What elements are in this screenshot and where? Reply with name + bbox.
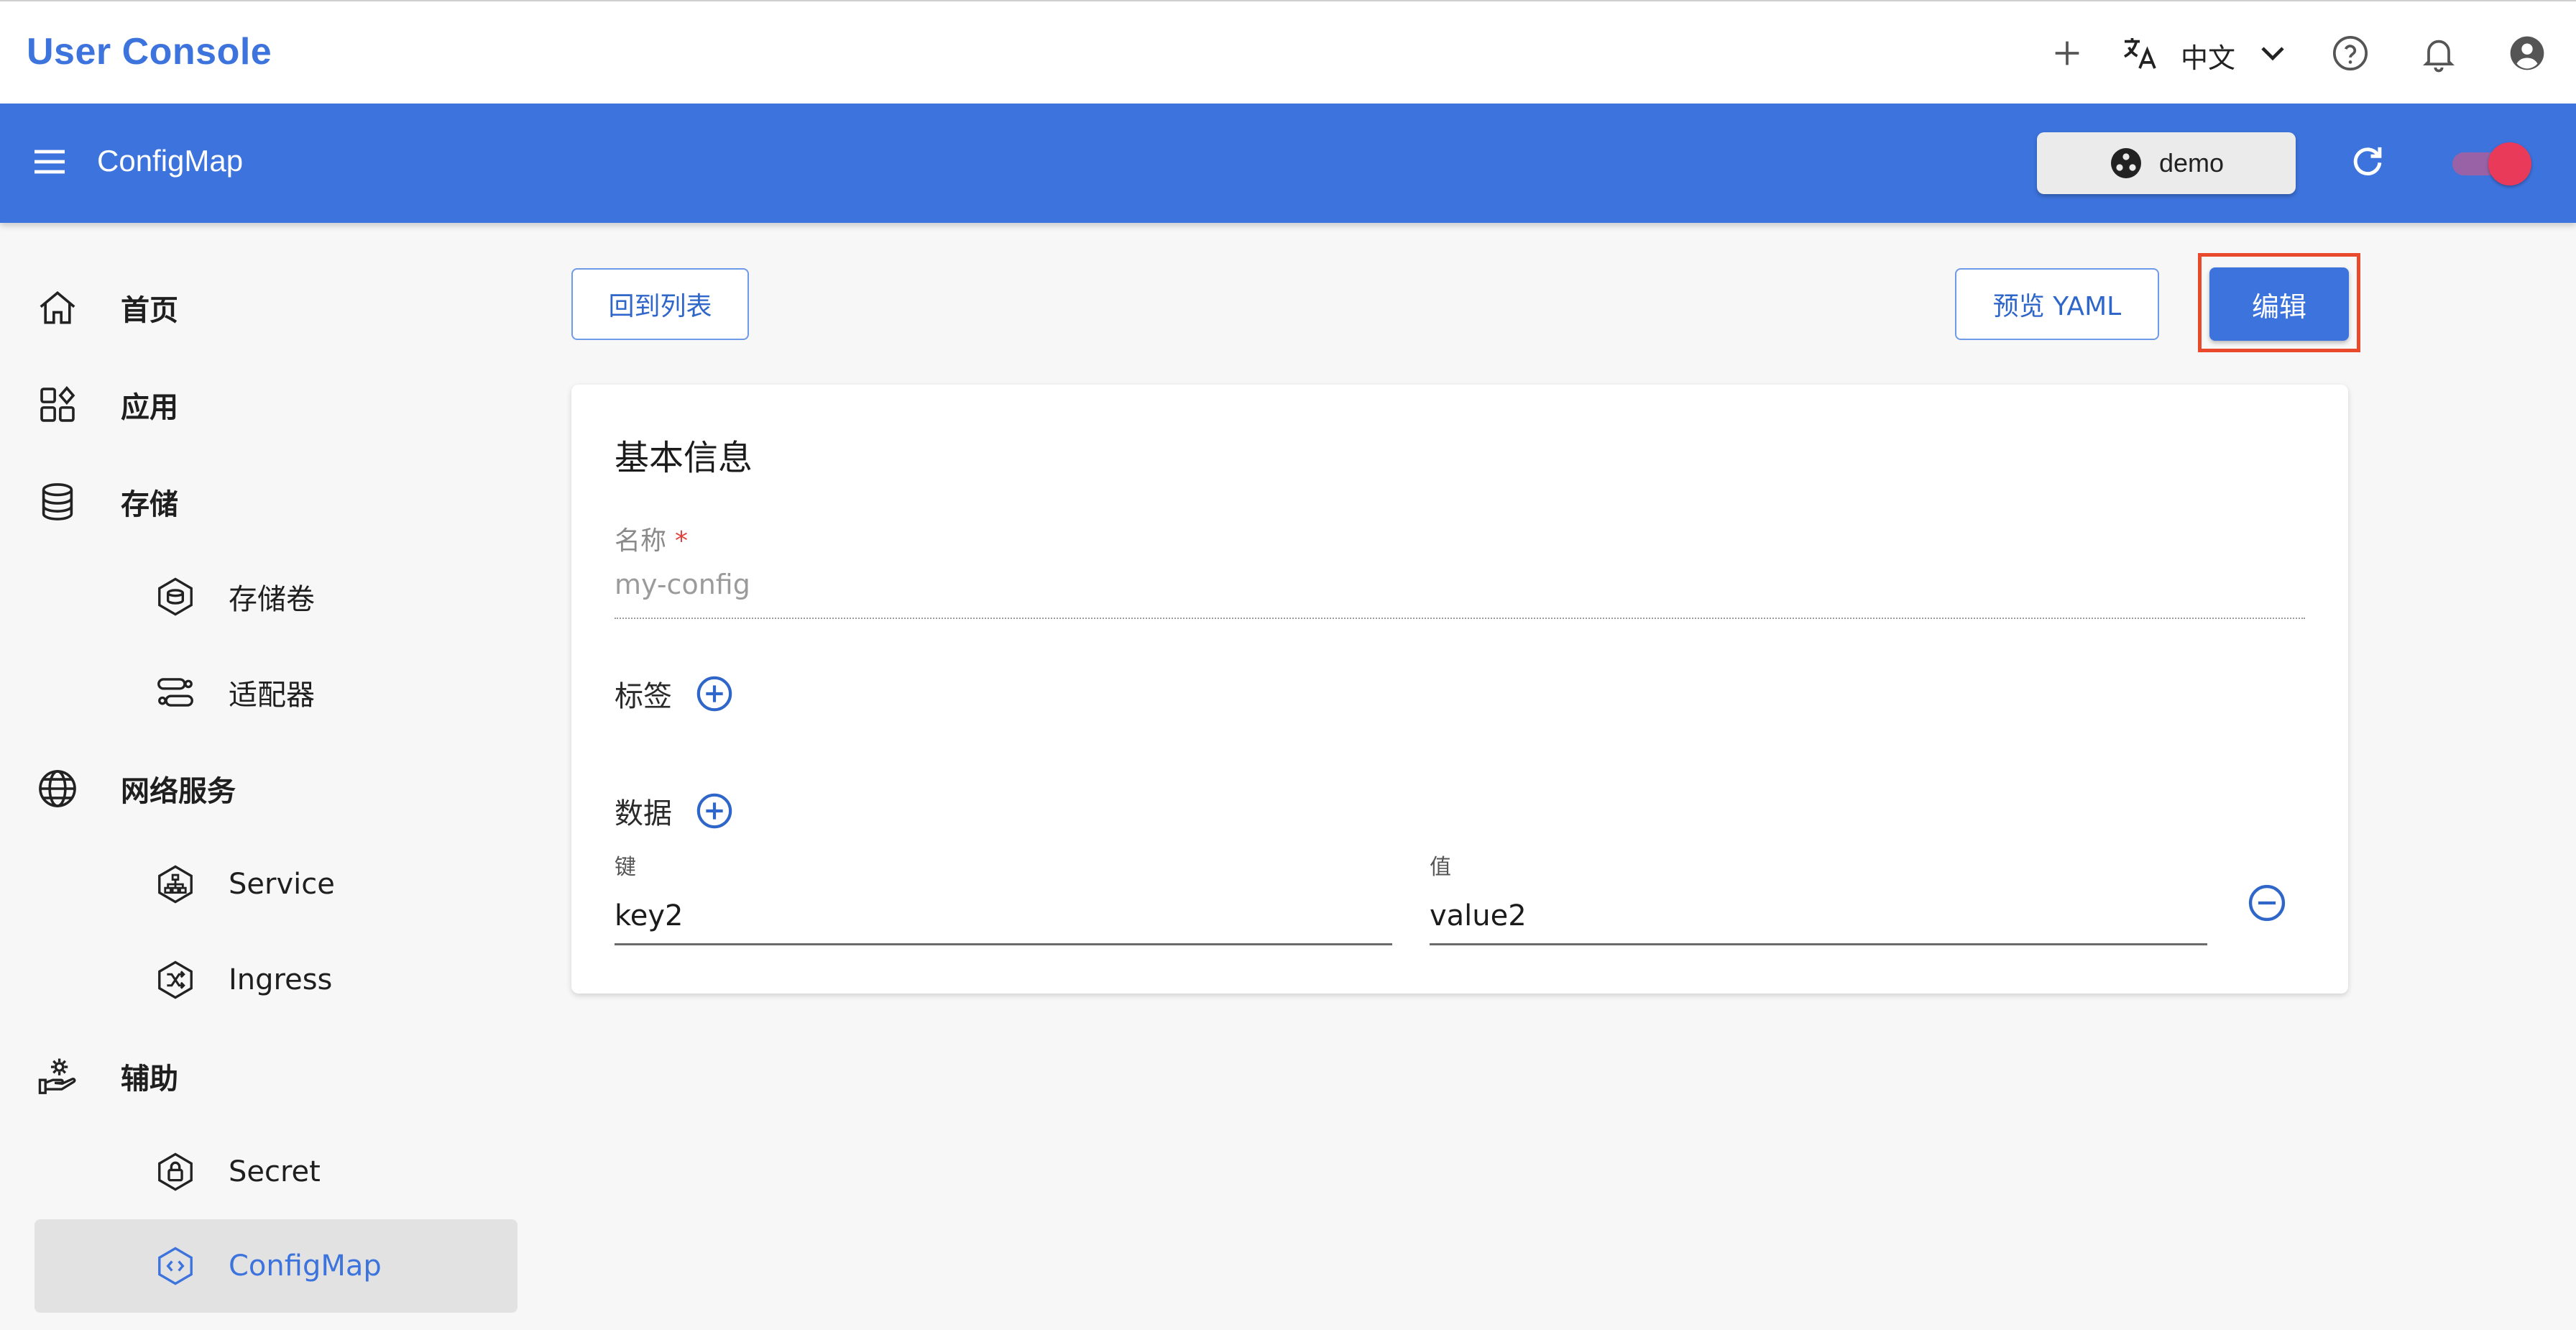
globe-icon xyxy=(34,766,80,812)
namespace-button[interactable]: demo xyxy=(2037,132,2296,194)
data-label: 数据 xyxy=(615,797,672,830)
remove-data-icon[interactable] xyxy=(2245,881,2289,925)
key-label: 键 xyxy=(615,855,636,880)
toggle-knob xyxy=(2488,142,2531,185)
language-label[interactable]: 中文 xyxy=(2181,36,2235,75)
required-mark: * xyxy=(675,526,689,556)
adapter-icon xyxy=(152,669,198,715)
sidebar-item-label: 应用 xyxy=(121,391,178,424)
menu-icon[interactable] xyxy=(27,139,72,184)
name-label-text: 名称 xyxy=(615,526,667,556)
sidebar-item-ingress[interactable]: Ingress xyxy=(34,933,518,1027)
section-title: 基本信息 xyxy=(615,438,753,478)
labels-row: 标签 xyxy=(615,672,735,715)
preview-yaml-button[interactable]: 预览 YAML xyxy=(1955,268,2159,340)
ingress-icon xyxy=(152,957,198,1003)
sidebar-item-label: Service xyxy=(229,868,335,901)
sidebar-item-label: 存储卷 xyxy=(229,583,315,616)
sidebar-item-configmap[interactable]: ConfigMap xyxy=(34,1219,518,1313)
sidebar-item-label: ConfigMap xyxy=(229,1249,382,1283)
value-input[interactable]: value2 xyxy=(1430,888,2207,945)
edit-button[interactable]: 编辑 xyxy=(2209,267,2349,341)
help-icon[interactable] xyxy=(2329,32,2372,75)
back-to-list-button[interactable]: 回到列表 xyxy=(571,268,749,340)
sidebar-item-apps[interactable]: 应用 xyxy=(34,358,518,451)
plus-icon[interactable] xyxy=(2046,32,2089,75)
toolbar: ConfigMap demo xyxy=(0,104,2576,223)
sidebar-item-auxiliary[interactable]: 辅助 xyxy=(34,1029,518,1123)
sidebar-item-home[interactable]: 首页 xyxy=(34,261,518,354)
refresh-icon[interactable] xyxy=(2345,138,2391,184)
configmap-card: 基本信息 名称 * my-config 标签 数据 键 值 key2 value2 xyxy=(571,385,2348,994)
sidebar-item-adapter[interactable]: 适配器 xyxy=(34,646,518,739)
app-header: User Console 中文 xyxy=(0,0,2576,104)
chevron-down-icon[interactable] xyxy=(2251,32,2294,75)
name-field-label: 名称 * xyxy=(615,520,688,557)
add-label-icon[interactable] xyxy=(694,673,735,715)
namespace-icon xyxy=(2110,148,2141,178)
name-field: my-config xyxy=(615,569,750,600)
database-icon xyxy=(34,479,80,525)
key-input[interactable]: key2 xyxy=(615,888,1392,945)
app-title[interactable]: User Console xyxy=(27,30,272,73)
apps-icon xyxy=(34,382,80,428)
bell-icon[interactable] xyxy=(2417,32,2460,75)
home-icon xyxy=(34,285,80,331)
sidebar-item-label: 存储 xyxy=(121,488,178,521)
account-icon[interactable] xyxy=(2506,32,2549,75)
sidebar: 首页 应用 存储 存储卷 适配器 网络服务 Service Ingress 辅助… xyxy=(0,223,532,1330)
add-data-icon[interactable] xyxy=(694,790,735,832)
sidebar-item-label: Secret xyxy=(229,1155,321,1188)
sidebar-item-volume[interactable]: 存储卷 xyxy=(34,550,518,643)
labels-label: 标签 xyxy=(615,680,672,713)
sidebar-item-label: 网络服务 xyxy=(121,775,236,808)
sidebar-item-label: 首页 xyxy=(121,294,178,327)
volume-icon xyxy=(152,574,198,620)
toolbar-title: ConfigMap xyxy=(97,144,244,178)
service-icon xyxy=(152,861,198,907)
sidebar-item-network[interactable]: 网络服务 xyxy=(34,742,518,835)
namespace-label: demo xyxy=(2158,148,2225,178)
sidebar-item-secret[interactable]: Secret xyxy=(34,1125,518,1219)
sidebar-item-label: 辅助 xyxy=(121,1063,178,1096)
sidebar-item-label: 适配器 xyxy=(229,679,315,712)
sidebar-item-storage[interactable]: 存储 xyxy=(34,455,518,549)
lock-icon xyxy=(152,1149,198,1195)
configmap-icon xyxy=(152,1243,198,1289)
name-field-underline xyxy=(615,618,2305,619)
sidebar-item-service[interactable]: Service xyxy=(34,838,518,931)
translate-icon[interactable] xyxy=(2118,32,2161,75)
value-label: 值 xyxy=(1430,855,1451,880)
data-row: 数据 xyxy=(615,789,735,833)
sidebar-item-label: Ingress xyxy=(229,963,333,996)
gear-hand-icon xyxy=(34,1053,80,1099)
theme-toggle[interactable] xyxy=(2448,141,2534,185)
